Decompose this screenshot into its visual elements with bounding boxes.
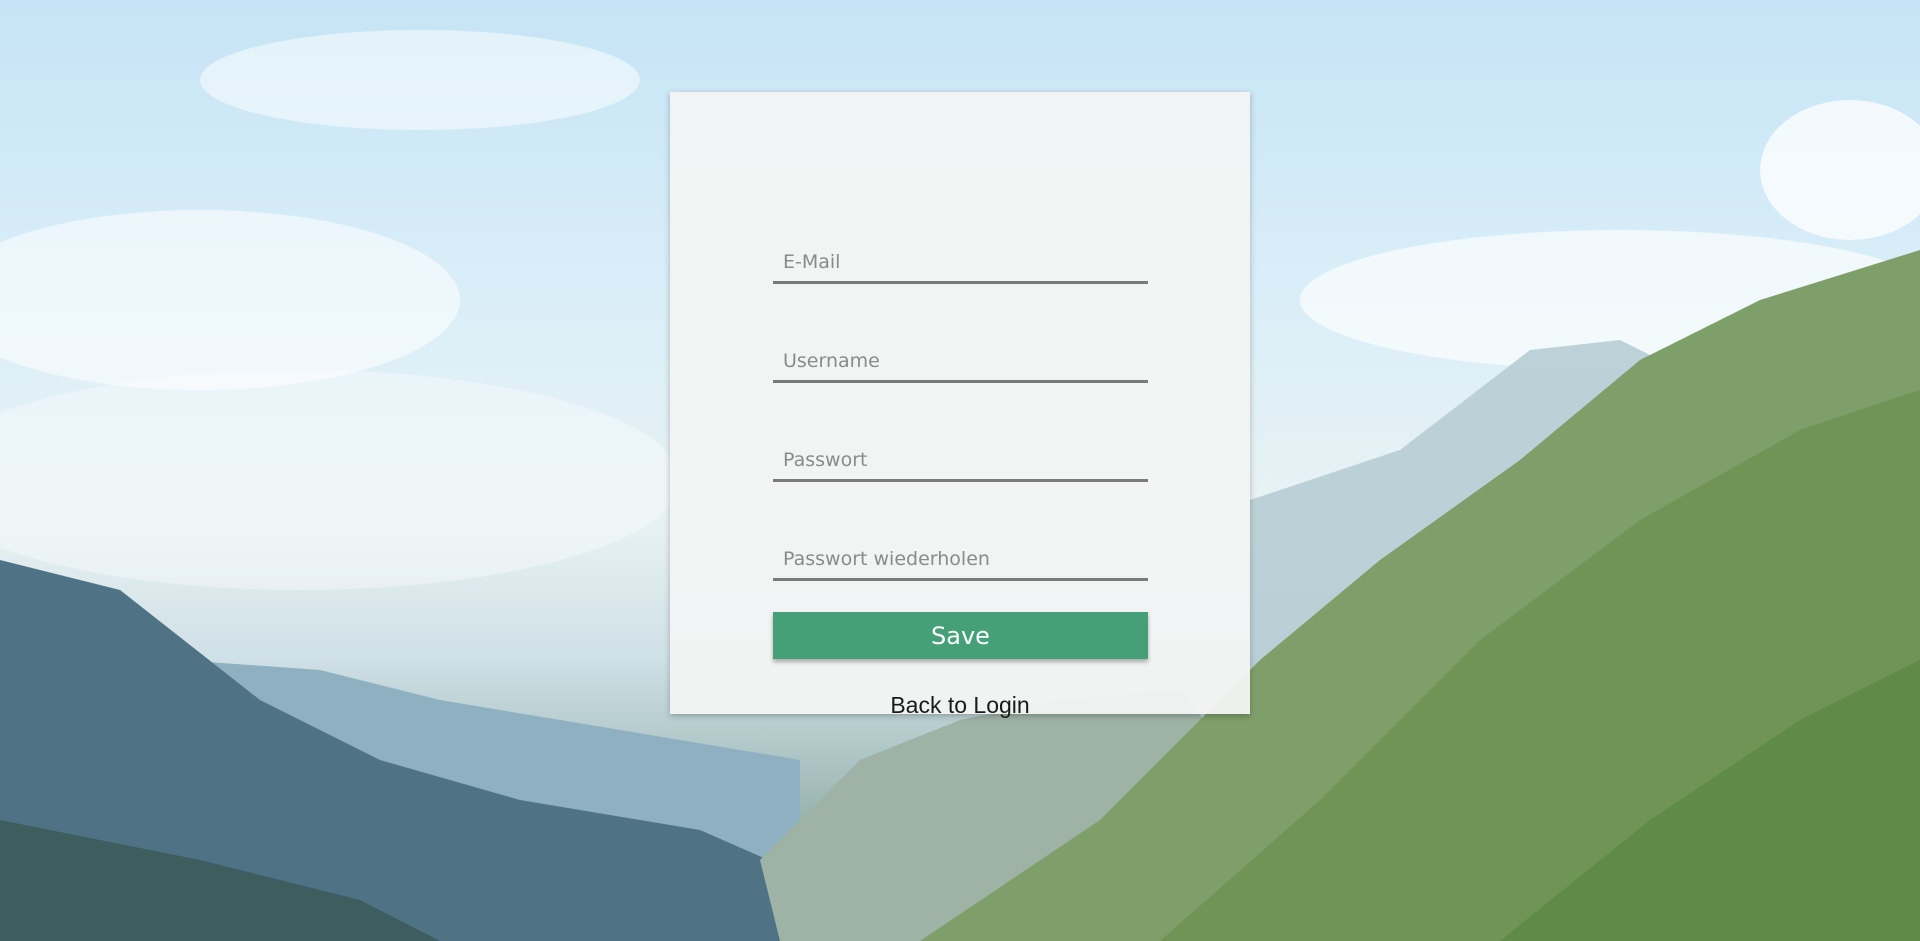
password-field[interactable] bbox=[773, 440, 1148, 482]
save-button[interactable]: Save bbox=[773, 612, 1148, 659]
back-to-login-link[interactable]: Back to Login bbox=[670, 692, 1250, 719]
password-repeat-field[interactable] bbox=[773, 539, 1148, 581]
username-field[interactable] bbox=[773, 341, 1148, 383]
registration-card: Save Back to Login bbox=[670, 92, 1250, 718]
email-field[interactable] bbox=[773, 242, 1148, 284]
